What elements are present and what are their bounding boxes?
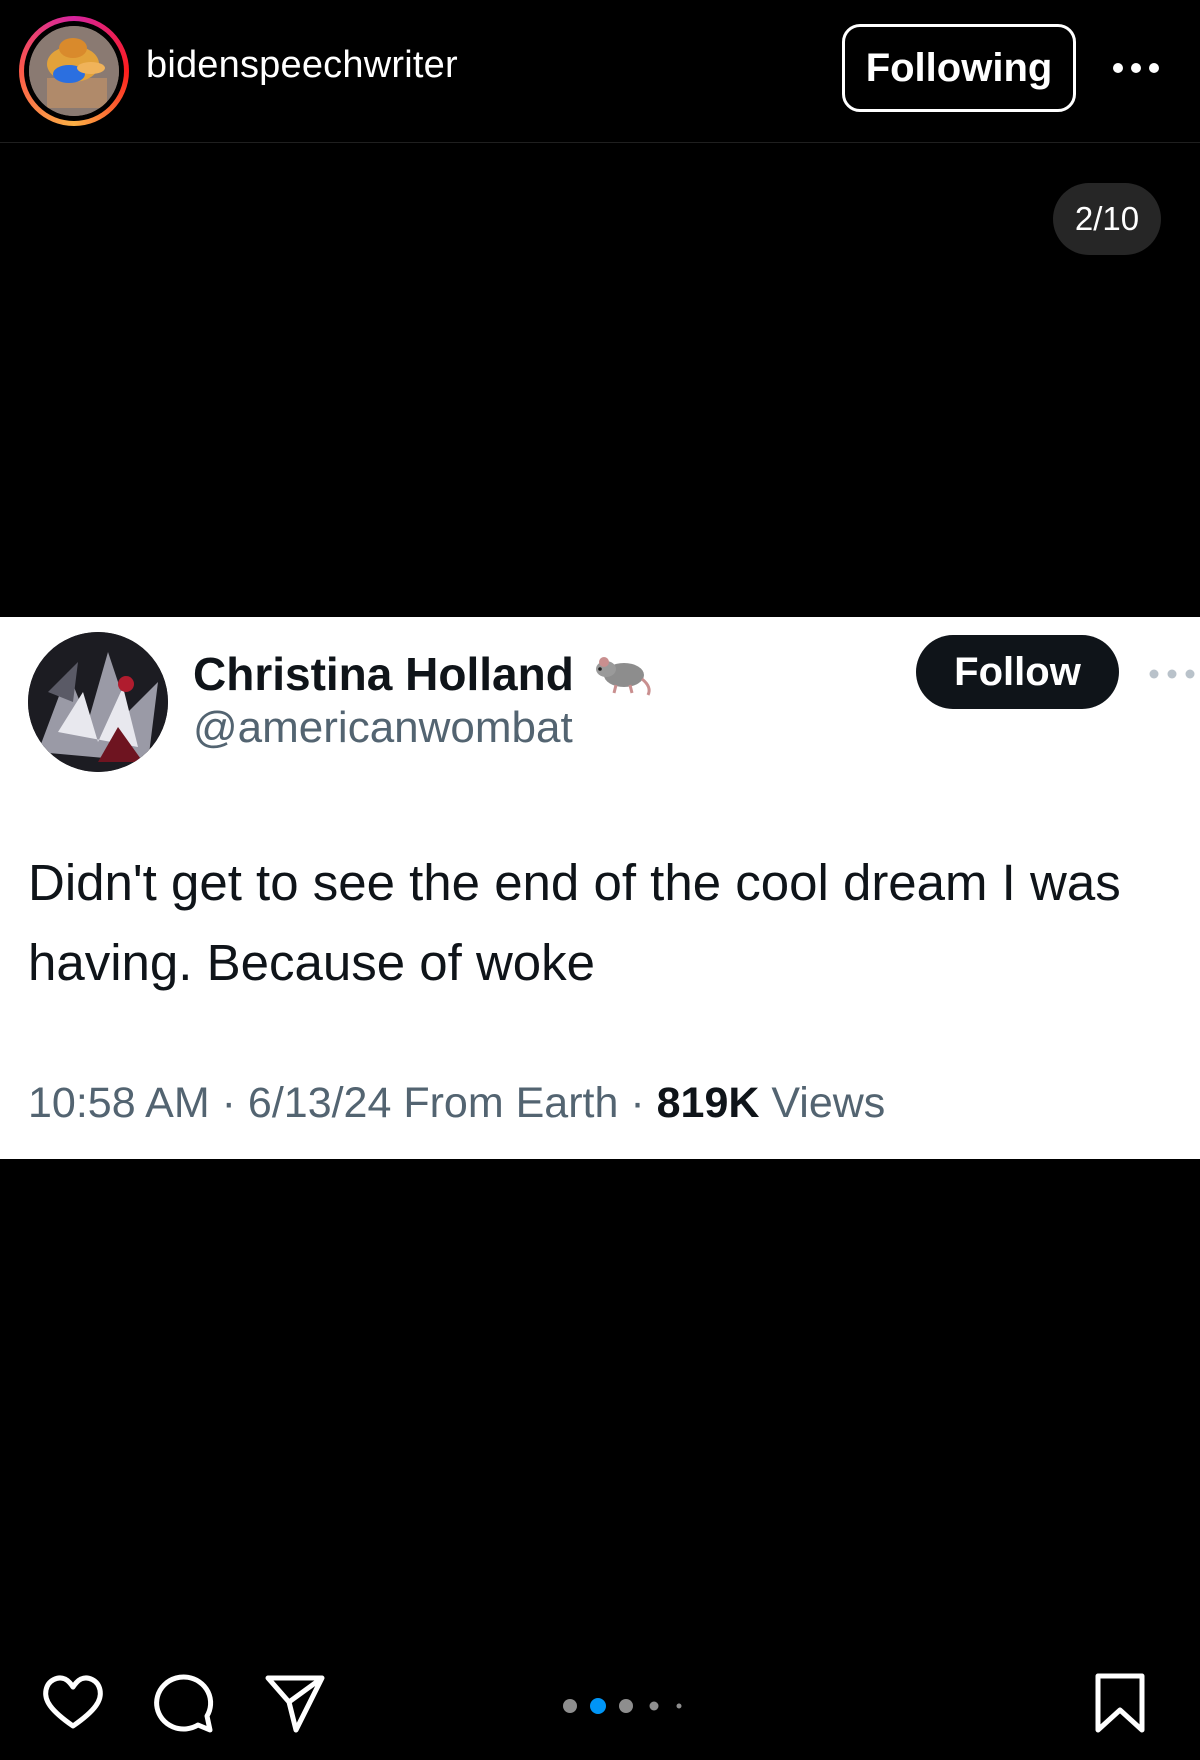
meta-separator: · — [630, 1079, 645, 1127]
paper-plane-icon[interactable] — [262, 1670, 328, 1736]
views-count: 819K — [656, 1079, 760, 1127]
follow-button: Follow — [916, 635, 1119, 709]
tweet-time: 10:58 AM — [28, 1079, 210, 1127]
duck-avatar-icon — [29, 26, 119, 116]
tweet-avatar — [28, 632, 168, 772]
carousel-dot — [676, 1703, 682, 1709]
meta-separator: · — [221, 1079, 236, 1127]
tweet-handle: @americanwombat — [193, 703, 573, 752]
post-header: bidenspeechwriter Following — [0, 0, 1200, 143]
avatar — [29, 26, 119, 116]
carousel-dot — [619, 1699, 633, 1713]
carousel-dot-active — [590, 1698, 606, 1714]
tweet-card: Christina Holland @americanwombat Follow… — [0, 617, 1200, 1159]
username[interactable]: bidenspeechwriter — [146, 44, 458, 87]
tweet-meta: 10:58 AM · 6/13/24 From Earth · 819K Vie… — [28, 1079, 885, 1128]
profile-avatar-story-ring[interactable] — [19, 16, 129, 126]
carousel-counter: 2/10 — [1053, 183, 1161, 255]
views-label: Views — [771, 1079, 886, 1127]
tweet-text: Didn't get to see the end of the cool dr… — [28, 854, 1121, 991]
tweet-date-source: 6/13/24 From Earth — [247, 1079, 619, 1127]
following-button[interactable]: Following — [842, 24, 1076, 112]
carousel-dot — [563, 1699, 577, 1713]
more-horizontal-icon[interactable] — [1112, 58, 1160, 78]
more-horizontal-icon — [1149, 669, 1195, 679]
bookmark-icon[interactable] — [1090, 1670, 1150, 1736]
carousel-dot — [649, 1701, 659, 1711]
rat-emoji-icon — [595, 657, 651, 696]
heart-icon[interactable] — [40, 1670, 106, 1736]
comment-icon[interactable] — [152, 1670, 218, 1736]
anime-avatar-icon — [28, 632, 168, 772]
tweet-display-name: Christina Holland — [193, 647, 654, 701]
carousel-dots — [563, 1698, 682, 1714]
